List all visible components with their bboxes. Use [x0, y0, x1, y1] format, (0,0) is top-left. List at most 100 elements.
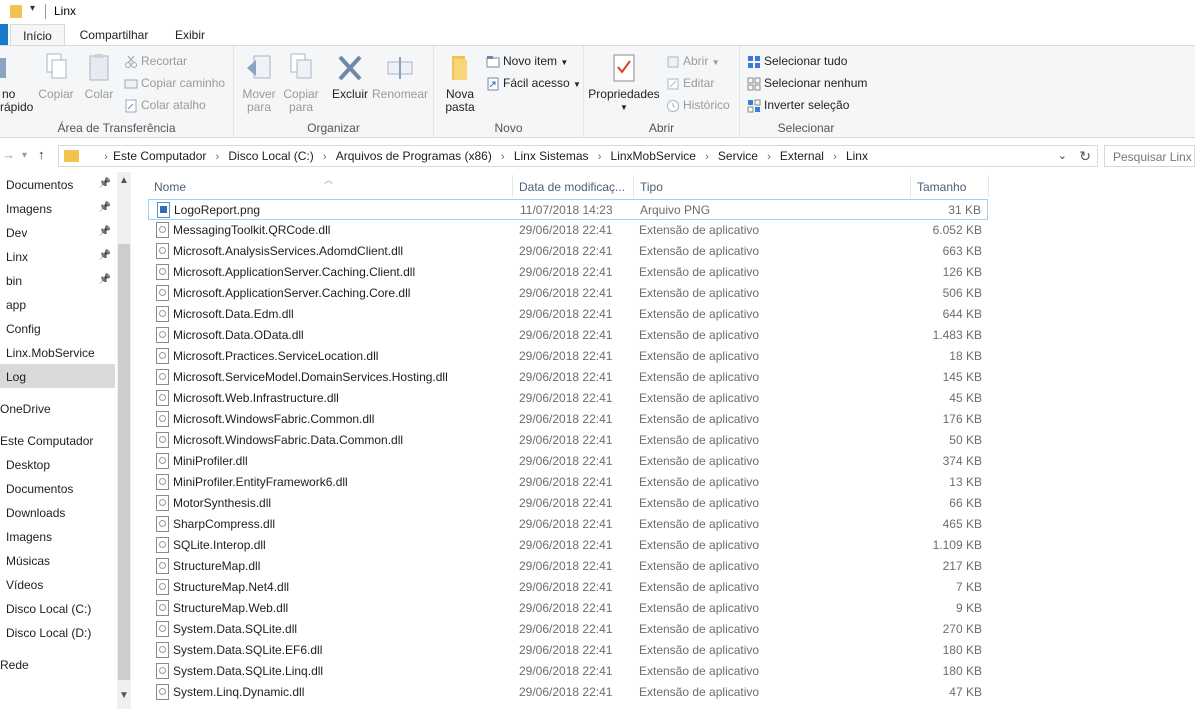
column-header-name[interactable]: ︿ Nome — [148, 175, 512, 197]
open-button[interactable]: Abrir ▼ — [666, 54, 720, 72]
tab-view[interactable]: Exibir — [165, 24, 215, 46]
nav-item[interactable]: Músicas — [0, 548, 115, 572]
file-row[interactable]: Microsoft.ServiceModel.DomainServices.Ho… — [148, 367, 988, 388]
nav-item[interactable]: Imagens — [0, 524, 115, 548]
scrollbar-thumb[interactable] — [118, 244, 130, 680]
breadcrumb-chevron-icon[interactable]: › — [696, 151, 718, 163]
delete-button[interactable]: Excluir — [332, 52, 368, 101]
file-row[interactable]: System.Linq.Dynamic.dll 29/06/2018 22:41 E… — [148, 682, 988, 703]
nav-item[interactable]: Config — [0, 316, 115, 340]
breadcrumb-chevron-icon[interactable]: › — [824, 151, 846, 163]
breadcrumb-chevron-icon[interactable]: › — [492, 151, 514, 163]
scroll-down-icon[interactable]: ▼ — [119, 690, 129, 701]
paste-button[interactable]: Colar — [80, 52, 118, 101]
breadcrumb-item[interactable]: External — [780, 149, 824, 163]
new-folder-button[interactable]: Nova pasta — [442, 52, 478, 114]
nav-item[interactable]: Documentos — [0, 476, 115, 500]
file-row[interactable]: System.Data.SQLite.EF6.dll 29/06/2018 22:… — [148, 640, 988, 661]
scroll-up-icon[interactable]: ▲ — [119, 175, 129, 186]
nav-item[interactable]: Desktop — [0, 452, 115, 476]
nav-item[interactable]: Imagens 📌 — [0, 196, 115, 220]
file-row[interactable]: Microsoft.ApplicationServer.Caching.Clie… — [148, 262, 988, 283]
file-row[interactable]: Microsoft.WindowsFabric.Common.dll 29/06/… — [148, 409, 988, 430]
breadcrumb-chevron-icon[interactable]: › — [99, 151, 113, 163]
up-arrow-icon[interactable]: ↑ — [38, 147, 45, 162]
nav-item[interactable]: Linx 📌 — [0, 244, 115, 268]
nav-item[interactable]: Vídeos — [0, 572, 115, 596]
edit-button[interactable]: Editar — [666, 76, 714, 94]
nav-item[interactable]: Disco Local (D:) — [0, 620, 115, 644]
cut-button[interactable]: Recortar — [124, 54, 187, 72]
file-row[interactable]: Microsoft.AnalysisServices.AdomdClient.d… — [148, 241, 988, 262]
file-row[interactable]: Microsoft.Data.OData.dll 29/06/2018 22:41… — [148, 325, 988, 346]
nav-item[interactable]: Este Computador — [0, 428, 115, 452]
quick-access-toolbar-dropdown-icon[interactable]: ▾ — [30, 3, 35, 14]
breadcrumb-item[interactable]: Disco Local (C:) — [228, 149, 313, 163]
tab-home[interactable]: Início — [10, 24, 65, 46]
file-row[interactable]: SharpCompress.dll 29/06/2018 22:41 Extensã… — [148, 514, 988, 535]
breadcrumb-chevron-icon[interactable]: › — [314, 151, 336, 163]
breadcrumb-item[interactable]: Linx Sistemas — [514, 149, 589, 163]
nav-item[interactable]: Downloads — [0, 500, 115, 524]
copy-path-button[interactable]: Copiar caminho — [124, 76, 225, 94]
refresh-icon[interactable]: ↻ — [1079, 148, 1091, 165]
file-row[interactable]: Microsoft.WindowsFabric.Data.Common.dll 2… — [148, 430, 988, 451]
breadcrumb-chevron-icon[interactable]: › — [589, 151, 611, 163]
tab-file[interactable] — [0, 24, 8, 46]
column-header-type[interactable]: Tipo — [634, 177, 910, 197]
search-input[interactable]: Pesquisar Linx — [1104, 145, 1195, 167]
file-row[interactable]: SQLite.Interop.dll 29/06/2018 22:41 Extens… — [148, 535, 988, 556]
easy-access-button[interactable]: Fácil acesso ▼ — [486, 76, 581, 94]
rename-button[interactable]: Renomear — [372, 52, 428, 101]
recent-locations-chevron-icon[interactable]: ▾ — [22, 150, 27, 161]
nav-item[interactable]: app — [0, 292, 115, 316]
select-none-button[interactable]: Selecionar nenhum — [747, 76, 867, 94]
file-row[interactable]: Microsoft.Web.Infrastructure.dll 29/06/20… — [148, 388, 988, 409]
file-row[interactable]: MiniProfiler.EntityFramework6.dll 29/06/2… — [148, 472, 988, 493]
breadcrumb-item[interactable]: Este Computador — [113, 149, 206, 163]
select-all-button[interactable]: Selecionar tudo — [747, 54, 847, 72]
copy-button[interactable]: Copiar — [37, 52, 75, 101]
file-row[interactable]: Microsoft.ApplicationServer.Caching.Core… — [148, 283, 988, 304]
column-divider[interactable] — [988, 175, 989, 197]
nav-item[interactable]: Log — [0, 364, 115, 388]
column-header-size[interactable]: Tamanho — [911, 177, 989, 197]
file-row[interactable]: System.Data.SQLite.dll 29/06/2018 22:41 Ex… — [148, 619, 988, 640]
nav-item[interactable]: Rede — [0, 652, 115, 676]
history-button[interactable]: Histórico — [666, 98, 730, 116]
nav-item[interactable]: OneDrive — [0, 396, 115, 420]
copy-to-button[interactable]: Copiar para — [282, 52, 320, 114]
breadcrumb-item[interactable]: Service — [718, 149, 758, 163]
file-row[interactable]: MotorSynthesis.dll 29/06/2018 22:41 Extens… — [148, 493, 988, 514]
pin-quick-access-button[interactable]: no rápido — [0, 52, 36, 114]
address-dropdown-chevron-icon[interactable]: ⌄ — [1058, 149, 1067, 162]
forward-arrow-icon[interactable]: → — [2, 147, 15, 162]
breadcrumb-item[interactable]: Linx — [846, 149, 868, 163]
invert-selection-button[interactable]: Inverter seleção — [747, 98, 849, 116]
file-row[interactable]: StructureMap.Web.dll 29/06/2018 22:41 Exte… — [148, 598, 988, 619]
file-row[interactable]: StructureMap.dll 29/06/2018 22:41 Extensão… — [148, 556, 988, 577]
nav-item[interactable]: bin 📌 — [0, 268, 115, 292]
new-item-button[interactable]: Novo item ▼ — [486, 54, 568, 72]
file-row[interactable]: MessagingToolkit.QRCode.dll 29/06/2018 22… — [148, 220, 988, 241]
breadcrumb-item[interactable]: Arquivos de Programas (x86) — [336, 149, 492, 163]
file-row[interactable]: System.Data.SQLite.Linq.dll 29/06/2018 22… — [148, 661, 988, 682]
address-bar[interactable]: › Este Computador › Disco Local (C:) › Arquiv… — [58, 145, 1098, 167]
file-row[interactable]: Microsoft.Practices.ServiceLocation.dll 2… — [148, 346, 988, 367]
breadcrumb-chevron-icon[interactable]: › — [758, 151, 780, 163]
move-to-button[interactable]: Mover para — [240, 52, 278, 114]
tab-share[interactable]: Compartilhar — [72, 24, 156, 46]
file-row[interactable]: StructureMap.Net4.dll 29/06/2018 22:41 Ext… — [148, 577, 988, 598]
file-row[interactable]: LogoReport.png 11/07/2018 14:23 Arquivo PN… — [148, 199, 988, 220]
paste-shortcut-button[interactable]: Colar atalho — [124, 98, 206, 116]
file-row[interactable]: Microsoft.Data.Edm.dll 29/06/2018 22:41 Ex… — [148, 304, 988, 325]
nav-item[interactable]: Dev 📌 — [0, 220, 115, 244]
navigation-pane-scrollbar[interactable]: ▲ ▼ — [117, 172, 131, 709]
breadcrumb-chevron-icon[interactable]: › — [206, 151, 228, 163]
column-header-date[interactable]: Data de modificaç... — [513, 177, 633, 197]
properties-button[interactable]: Propriedades ▼ — [588, 52, 660, 114]
breadcrumb-item[interactable]: LinxMobService — [611, 149, 696, 163]
nav-item[interactable]: Linx.MobService — [0, 340, 115, 364]
file-row[interactable]: MiniProfiler.dll 29/06/2018 22:41 Extensão… — [148, 451, 988, 472]
nav-item[interactable]: Documentos 📌 — [0, 172, 115, 196]
